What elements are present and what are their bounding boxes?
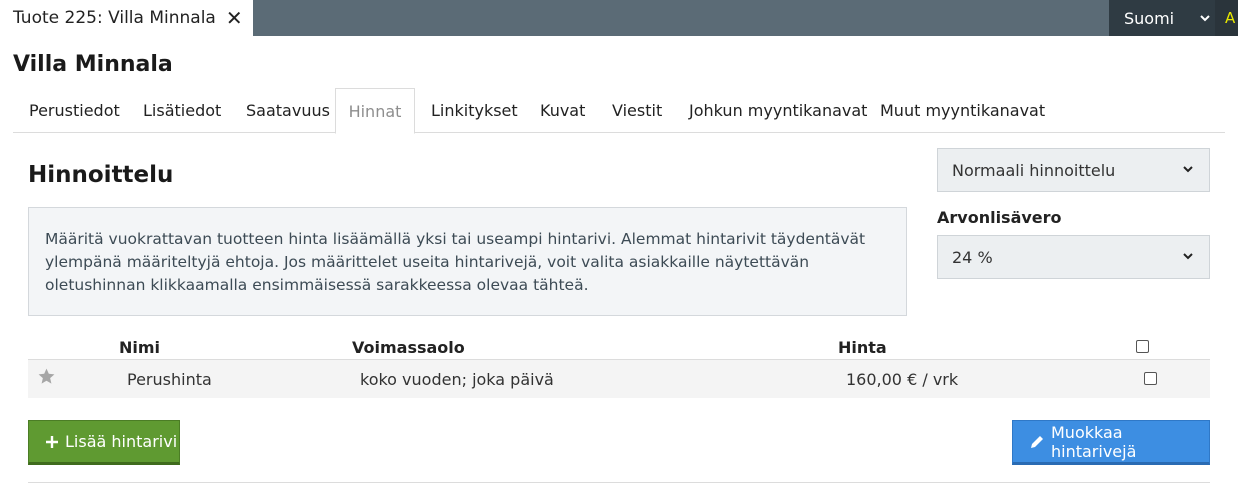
tab-lisatiedot[interactable]: Lisätiedot xyxy=(143,88,221,133)
chevron-down-icon xyxy=(1200,11,1210,25)
language-select[interactable]: Suomi xyxy=(1109,0,1215,36)
column-header-name: Nimi xyxy=(119,338,161,357)
pricing-type-select[interactable]: Normaali hinnoittelu xyxy=(937,148,1210,192)
add-price-row-label: Lisää hintarivi xyxy=(65,432,178,451)
vat-value: 24 % xyxy=(952,247,993,267)
row-validity: koko vuoden; joka päivä xyxy=(360,370,554,389)
tab-bar: Perustiedot Lisätiedot Saatavuus Hinnat … xyxy=(13,88,1225,134)
chevron-down-icon xyxy=(1183,249,1193,263)
tab-saatavuus[interactable]: Saatavuus xyxy=(246,88,330,133)
tab-perustiedot[interactable]: Perustiedot xyxy=(29,88,120,133)
row-name: Perushinta xyxy=(127,370,212,389)
pencil-icon xyxy=(1029,434,1045,450)
edit-price-rows-button[interactable]: Muokkaa hintarivejä xyxy=(1012,420,1210,465)
tab-johkun-myyntikanavat[interactable]: Johkun myyntikanavat xyxy=(689,88,867,133)
pricing-type-value: Normaali hinnoittelu xyxy=(952,160,1116,180)
star-icon[interactable] xyxy=(37,367,56,386)
tab-kuvat[interactable]: Kuvat xyxy=(540,88,585,133)
info-box: Määritä vuokrattavan tuotteen hinta lisä… xyxy=(28,207,907,316)
close-icon[interactable]: ✕ xyxy=(226,8,243,28)
user-menu[interactable]: A xyxy=(1215,0,1238,36)
vat-label: Arvonlisävero xyxy=(937,208,1062,227)
document-tab-title: Tuote 225: Villa Minnala xyxy=(13,8,216,28)
column-header-validity: Voimassaolo xyxy=(352,338,465,357)
row-checkbox[interactable] xyxy=(1144,372,1157,385)
section-title: Hinnoittelu xyxy=(28,162,174,188)
edit-price-rows-label: Muokkaa hintarivejä xyxy=(1051,422,1137,461)
vat-select[interactable]: 24 % xyxy=(937,235,1210,279)
user-menu-text: A xyxy=(1225,9,1236,27)
row-price: 160,00 € / vrk xyxy=(846,370,959,389)
page-title: Villa Minnala xyxy=(13,52,173,77)
plus-icon xyxy=(45,435,59,449)
document-tab[interactable]: Tuote 225: Villa Minnala ✕ xyxy=(0,0,253,36)
select-all-checkbox[interactable] xyxy=(1136,340,1149,353)
tab-muut-myyntikanavat[interactable]: Muut myyntikanavat xyxy=(880,88,1045,133)
tab-hinnat[interactable]: Hinnat xyxy=(335,88,415,134)
bottom-divider xyxy=(28,482,1210,483)
tab-viestit[interactable]: Viestit xyxy=(612,88,662,133)
column-header-price: Hinta xyxy=(838,338,887,357)
tab-linkitykset[interactable]: Linkitykset xyxy=(431,88,518,133)
add-price-row-button[interactable]: Lisää hintarivi xyxy=(28,420,180,465)
language-label: Suomi xyxy=(1124,8,1175,28)
chevron-down-icon xyxy=(1183,162,1193,176)
info-text: Määritä vuokrattavan tuotteen hinta lisä… xyxy=(45,230,866,294)
